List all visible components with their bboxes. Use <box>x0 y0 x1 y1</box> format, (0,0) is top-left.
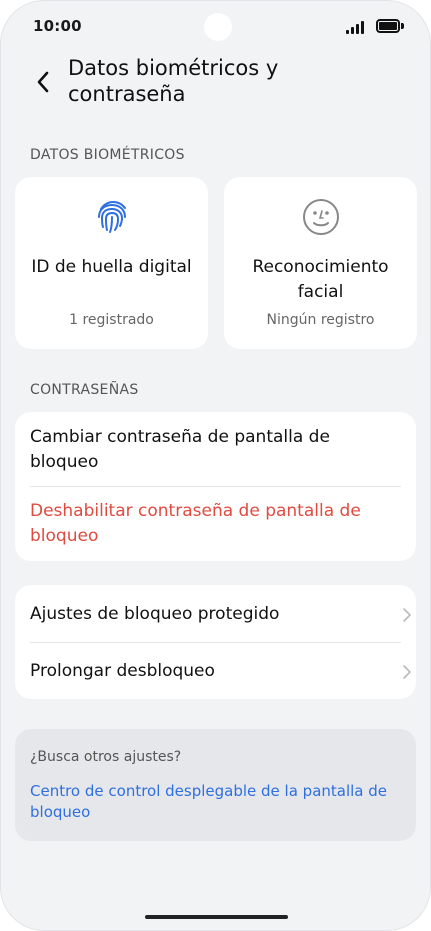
section-label-biometrics: DATOS BIOMÉTRICOS <box>30 147 185 163</box>
phone-screen: 10:00 Datos biométricos y contraseña DAT… <box>0 0 431 931</box>
disable-lock-password-item[interactable]: Deshabilitar contraseña de pantalla de b… <box>15 499 416 549</box>
control-center-link[interactable]: Centro de control desplegable de la pant… <box>30 781 396 823</box>
face-title: Reconocimiento facial <box>252 257 389 302</box>
fingerprint-status: 1 registrado <box>69 312 154 328</box>
change-lock-password-label: Cambiar contraseña de pantalla de bloque… <box>30 427 330 472</box>
back-button[interactable] <box>33 69 53 95</box>
fingerprint-title: ID de huella digital <box>31 257 192 277</box>
front-camera <box>204 13 232 41</box>
chevron-right-icon <box>403 608 411 622</box>
section-label-passwords: CONTRASEÑAS <box>30 382 139 398</box>
fingerprint-icon <box>97 200 126 233</box>
disable-lock-password-label: Deshabilitar contraseña de pantalla de b… <box>30 501 361 546</box>
chevron-left-icon <box>37 71 49 93</box>
extend-unlock-label: Prolongar desbloqueo <box>30 661 215 681</box>
change-lock-password-item[interactable]: Cambiar contraseña de pantalla de bloque… <box>15 425 416 475</box>
signal-icon <box>346 20 366 34</box>
fingerprint-card[interactable]: ID de huella digital 1 registrado <box>15 177 208 349</box>
secure-lock-settings-item[interactable]: Ajustes de bloqueo protegido <box>15 602 416 627</box>
divider <box>30 486 401 487</box>
face-icon <box>302 199 339 235</box>
extend-unlock-item[interactable]: Prolongar desbloqueo <box>15 659 416 684</box>
page-title: Datos biométricos y contraseña <box>68 56 279 106</box>
face-recognition-card[interactable]: Reconocimiento facial Ningún registro <box>224 177 417 349</box>
face-status: Ningún registro <box>266 312 375 328</box>
status-bar: 10:00 <box>33 13 404 41</box>
battery-icon <box>376 19 404 33</box>
suggestion-card: ¿Busca otros ajustes? Centro de control … <box>15 729 416 841</box>
status-time: 10:00 <box>33 17 82 35</box>
divider <box>30 642 401 643</box>
suggestion-question: ¿Busca otros ajustes? <box>30 749 182 765</box>
home-indicator[interactable] <box>145 915 288 919</box>
chevron-right-icon <box>403 665 411 679</box>
secure-lock-settings-label: Ajustes de bloqueo protegido <box>30 604 280 624</box>
